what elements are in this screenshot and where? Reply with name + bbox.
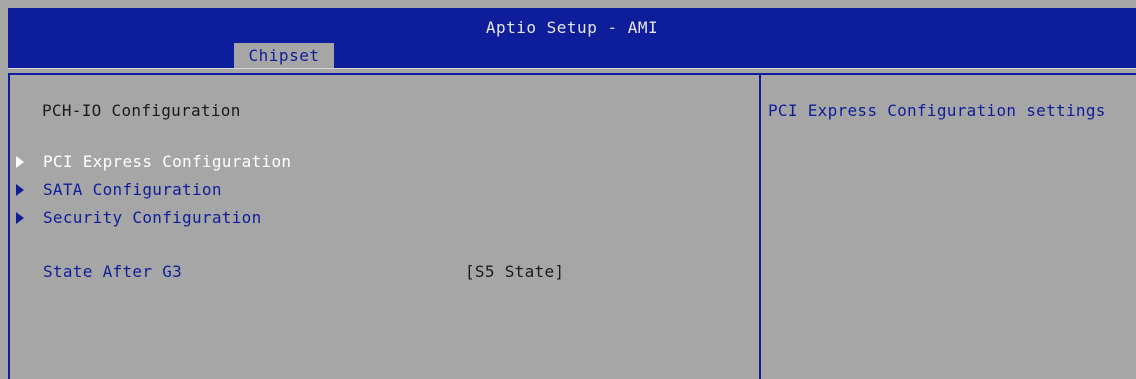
setting-value[interactable]: [S5 State] [465,262,564,281]
submenu-arrow-icon [16,156,24,168]
submenu-arrow-icon [16,212,24,224]
menu-item-label: SATA Configuration [43,180,222,199]
menu-item-label: PCI Express Configuration [43,152,292,171]
submenu-arrow-icon [16,184,24,196]
main-panel: PCH-IO Configuration PCI Express Configu… [8,73,761,379]
tab-chipset[interactable]: Chipset [234,43,334,68]
app-title: Aptio Setup - AMI [485,18,659,37]
bios-screen: Aptio Setup - AMI Chipset PCH-IO Configu… [0,0,1136,379]
help-panel: PCI Express Configuration settings [761,73,1136,379]
help-text: PCI Express Configuration settings [768,101,1106,120]
section-title: PCH-IO Configuration [42,101,241,120]
menu-item-label: Security Configuration [43,208,262,227]
setting-label: State After G3 [43,262,183,281]
header-bar: Aptio Setup - AMI Chipset [8,8,1136,68]
